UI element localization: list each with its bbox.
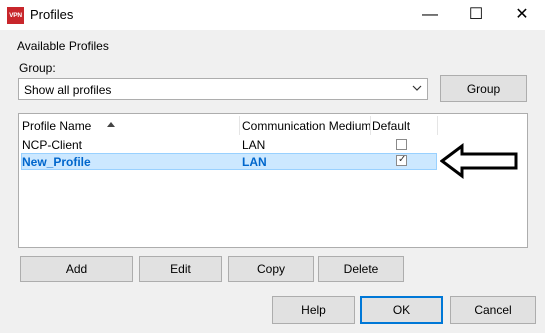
default-checkbox[interactable] [396,139,407,150]
column-header-label: Communication Medium [242,119,372,133]
left-arrow-icon [440,143,518,179]
column-divider[interactable] [239,116,240,135]
add-button-label: Add [65,262,88,276]
group-select[interactable]: Show all profiles [18,78,428,100]
edit-button[interactable]: Edit [139,256,222,282]
group-button-label: Group [466,81,501,96]
close-icon: ✕ [515,6,529,23]
default-checkbox[interactable]: ✓ [396,154,407,166]
checkmark-icon: ✓ [398,154,407,165]
column-header-label: Profile Name [22,119,92,133]
maximize-button[interactable]: ☐ [453,0,499,30]
help-button[interactable]: Help [272,296,355,324]
minimize-icon: — [422,6,438,23]
cancel-button[interactable]: Cancel [450,296,536,324]
group-button[interactable]: Group [440,75,527,102]
group-select-value: Show all profiles [24,83,112,97]
group-label: Group: [19,61,56,75]
column-header-default[interactable]: Default [372,119,410,137]
ok-button-label: OK [392,303,411,317]
close-button[interactable]: ✕ [499,0,545,30]
medium-cell: LAN [242,155,267,169]
profile-name-cell: New_Profile [22,155,91,169]
ok-button[interactable]: OK [360,296,443,324]
copy-button-label: Copy [256,262,285,276]
profile-name-cell: NCP-Client [22,138,83,152]
sort-ascending-icon [107,122,115,127]
medium-cell: LAN [242,138,266,152]
add-button[interactable]: Add [20,256,133,282]
profile-list[interactable]: Profile Name Communication Medium Defaul… [18,113,528,248]
column-header-label: Default [372,119,411,133]
column-header-profile-name[interactable]: Profile Name [22,119,91,137]
column-divider[interactable] [437,116,438,135]
table-row-selected[interactable]: New_Profile LAN ✓ [21,153,437,170]
maximize-icon: ☐ [468,6,484,23]
delete-button[interactable]: Delete [318,256,404,282]
available-profiles-title: Available Profiles [17,39,109,53]
vpn-app-icon: VPN [7,7,24,24]
copy-button[interactable]: Copy [228,256,314,282]
column-header-communication-medium[interactable]: Communication Medium [242,119,371,137]
title-bar: VPN Profiles — ☐ ✕ [0,0,545,30]
edit-button-label: Edit [170,262,191,276]
window-title: Profiles [30,7,74,22]
table-row[interactable]: NCP-Client LAN [21,137,437,154]
cancel-button-label: Cancel [474,303,512,317]
chevron-down-icon [412,85,422,91]
column-divider[interactable] [370,116,371,135]
minimize-button[interactable]: — [407,0,453,30]
help-button-label: Help [301,303,326,317]
delete-button-label: Delete [343,262,379,276]
